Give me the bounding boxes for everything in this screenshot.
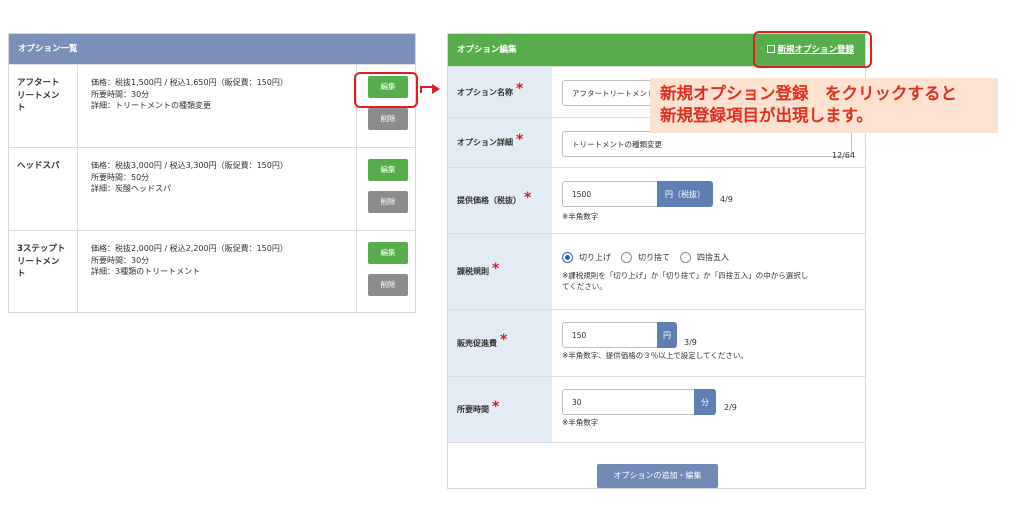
callout-line: 新規登録項目が出現します。 xyxy=(660,106,873,125)
radio-unselected-icon xyxy=(621,252,632,263)
char-count: 12/64 xyxy=(832,151,856,160)
tax-rule-option-round-half[interactable]: 四捨五入 xyxy=(680,252,729,263)
option-name-line: リートメン xyxy=(17,90,60,101)
option-row: ヘッドスパ 価格：税抜3,000円 / 税込3,300円（販促費：150円） 所… xyxy=(9,147,415,230)
option-name-line: ヘッドスパ xyxy=(17,161,60,171)
option-actions: 編集 削除 xyxy=(356,148,417,230)
new-option-highlight xyxy=(753,31,872,68)
option-time: 所要時間：30分 xyxy=(91,89,150,99)
label-text: オプション詳細 xyxy=(457,138,513,147)
field-label-name: オプション名称 * xyxy=(448,67,552,117)
option-detail: 詳細：3種類のトリートメント xyxy=(91,267,201,276)
callout-line: 新規オプション登録 をクリックすると xyxy=(660,84,957,103)
option-price: 価格：税抜1,500円 / 税込1,650円（販促費：150円） xyxy=(91,78,288,87)
tax-rule-radio-group: 切り上げ 切り捨て 四捨五入 xyxy=(562,252,739,263)
option-name-line: ト xyxy=(17,103,26,113)
field-row-promo: 販売促進費 * 150 円 3/9 ※半角数字、提供価格の３％以上で設定してくださ… xyxy=(448,309,865,376)
radio-selected-icon xyxy=(562,252,573,263)
option-price: 価格：税抜3,000円 / 税込3,300円（販促費：150円） xyxy=(91,161,288,170)
option-name-line: 3ステップト xyxy=(17,244,66,254)
option-details: 価格：税抜1,500円 / 税込1,650円（販促費：150円） 所要時間：30… xyxy=(91,77,353,112)
edit-button[interactable]: 編集 xyxy=(368,242,408,264)
option-actions: 編集 削除 xyxy=(356,231,417,313)
tax-rule-option-round-down[interactable]: 切り捨て xyxy=(621,252,670,263)
option-name-line: ト xyxy=(17,269,26,279)
radio-label: 切り捨て xyxy=(638,253,670,262)
option-name-line: アフタート xyxy=(17,78,60,88)
delete-button[interactable]: 削除 xyxy=(368,274,408,296)
label-text: 販売促進費 xyxy=(457,338,497,348)
radio-label: 切り上げ xyxy=(579,253,611,262)
option-edit-title: オプション編集 xyxy=(457,45,517,55)
duration-unit-badge: 分 xyxy=(694,389,716,415)
option-name: ヘッドスパ xyxy=(9,148,78,230)
option-details: 価格：税抜2,000円 / 税込2,200円（販促費：150円） 所要時間：30… xyxy=(91,243,353,278)
submit-row: オプションの追加・編集 xyxy=(448,442,865,507)
required-mark: * xyxy=(492,398,500,415)
field-label-duration: 所要時間 * xyxy=(448,377,552,442)
char-count: 4/9 xyxy=(720,195,733,204)
label-text: オプション名称 xyxy=(457,87,513,97)
price-unit-badge: 円（税抜） xyxy=(657,181,713,207)
duration-hint: ※半角数字 xyxy=(562,418,599,427)
field-row-duration: 所要時間 * 30 分 2/9 ※半角数字 xyxy=(448,376,865,442)
label-text: 提供価格（税抜） xyxy=(457,196,521,205)
duration-input[interactable]: 30 xyxy=(562,389,695,415)
field-label-detail: オプション詳細 * xyxy=(448,118,552,167)
char-count: 3/9 xyxy=(684,338,697,347)
required-mark: * xyxy=(500,332,508,348)
required-mark: * xyxy=(516,131,524,148)
option-list-title: オプション一覧 xyxy=(9,34,415,64)
option-details: 価格：税抜3,000円 / 税込3,300円（販促費：150円） 所要時間：50… xyxy=(91,160,353,195)
delete-button[interactable]: 削除 xyxy=(368,191,408,213)
option-name: アフタート リートメン ト xyxy=(9,65,78,147)
tax-rule-option-round-up[interactable]: 切り上げ xyxy=(562,252,611,263)
option-detail-input[interactable]: トリートメントの種類変更 xyxy=(562,131,852,157)
option-detail: 詳細：トリートメントの種類変更 xyxy=(91,101,211,110)
add-edit-option-button[interactable]: オプションの追加・編集 xyxy=(597,464,718,488)
price-input[interactable]: 1500 xyxy=(562,181,658,207)
tax-rule-hint: ※課税規則を「切り上げ」か「切り捨て」か「四捨五入」の中から選択し てください。 xyxy=(562,270,862,292)
field-label-tax-rule: 課税規則 * xyxy=(448,234,552,309)
option-time: 所要時間：30分 xyxy=(91,255,150,265)
option-row: 3ステップト リートメン ト 価格：税抜2,000円 / 税込2,200円（販促… xyxy=(9,230,415,313)
instruction-callout: 新規オプション登録 をクリックすると 新規登録項目が出現します。 xyxy=(650,78,998,133)
edit-button-highlight xyxy=(354,72,418,108)
hint-line: ※課税規則を「切り上げ」か「切り捨て」か「四捨五入」の中から選択し xyxy=(562,271,809,280)
field-row-tax-rule: 課税規則 * 切り上げ 切り捨て 四捨五入 ※課税規則を「切り上げ」か「切り捨て」… xyxy=(448,233,865,309)
edit-button[interactable]: 編集 xyxy=(368,159,408,181)
promo-hint: ※半角数字、提供価格の３％以上で設定してください。 xyxy=(562,351,748,360)
promo-unit-badge: 円 xyxy=(657,322,677,348)
delete-button[interactable]: 削除 xyxy=(368,108,408,130)
field-label-price: 提供価格（税抜） * xyxy=(448,168,552,233)
char-count: 2/9 xyxy=(724,403,737,412)
arrow-head-icon xyxy=(432,84,440,94)
field-label-promo: 販売促進費 * xyxy=(448,310,552,376)
promo-input[interactable]: 150 xyxy=(562,322,658,348)
label-text: 所要時間 xyxy=(457,405,489,414)
option-time: 所要時間：50分 xyxy=(91,172,150,182)
option-name: 3ステップト リートメン ト xyxy=(9,231,78,313)
radio-label: 四捨五入 xyxy=(697,253,729,262)
price-hint: ※半角数字 xyxy=(562,212,599,221)
required-mark: * xyxy=(524,189,532,206)
field-row-price: 提供価格（税抜） * 1500 円（税抜） 4/9 ※半角数字 xyxy=(448,167,865,233)
option-detail: 詳細：炭酸ヘッドスパ xyxy=(91,184,171,193)
option-price: 価格：税抜2,000円 / 税込2,200円（販促費：150円） xyxy=(91,244,288,253)
label-text: 課税規則 xyxy=(457,267,489,276)
option-name-line: リートメン xyxy=(17,256,60,267)
hint-line: てください。 xyxy=(562,282,607,291)
required-mark: * xyxy=(516,81,524,97)
radio-unselected-icon xyxy=(680,252,691,263)
required-mark: * xyxy=(492,260,500,277)
